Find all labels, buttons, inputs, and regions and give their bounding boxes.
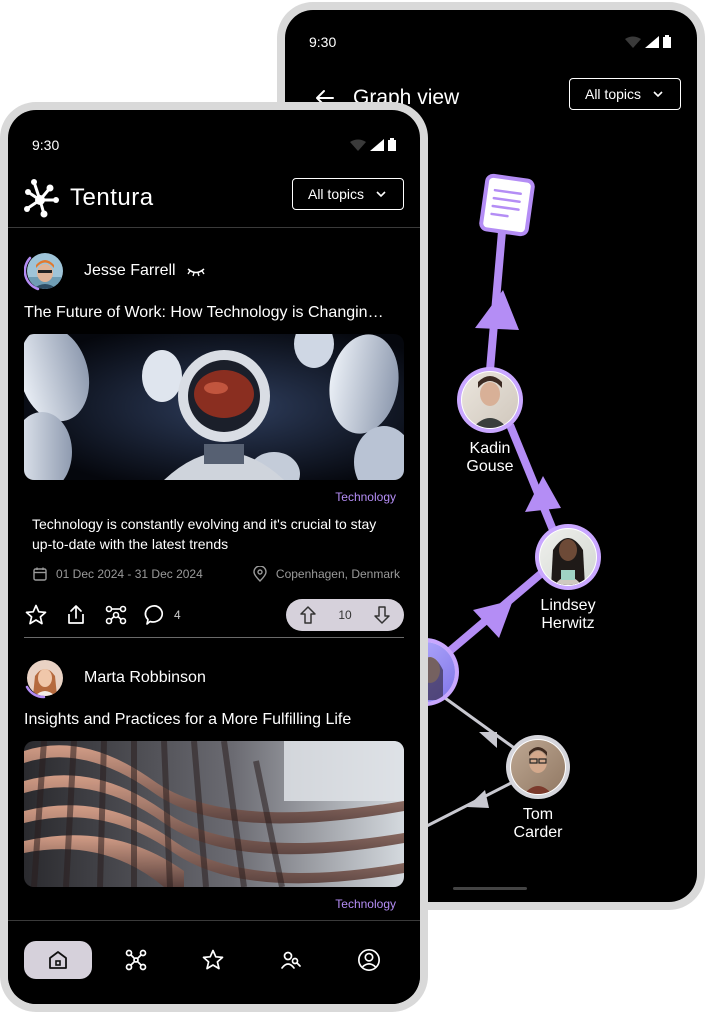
node-label-line: Tom: [522, 806, 554, 823]
topic-select-label: All topics: [307, 186, 365, 202]
post-divider: [24, 637, 404, 638]
bottom-nav: [8, 920, 420, 1004]
feed-screen: 9:30 Tentura All topics Jesse Farrell Th…: [8, 110, 420, 1004]
post-title[interactable]: The Future of Work: How Technology is Ch…: [24, 304, 402, 322]
app-header: Tentura All topics: [8, 172, 420, 228]
cellular-icon: [370, 138, 384, 151]
graph-icon[interactable]: [104, 603, 128, 627]
comment-count: 4: [174, 608, 181, 622]
post-title[interactable]: Insights and Practices for a More Fulfil…: [24, 711, 402, 729]
post-image[interactable]: [24, 741, 404, 887]
vote-control: 10: [286, 599, 404, 631]
tentura-logo-icon: [24, 179, 59, 218]
nav-graph[interactable]: [102, 941, 170, 979]
graph-edge-purple: [442, 219, 561, 659]
eye-closed-icon: [187, 268, 205, 277]
node-label-line: Herwitz: [541, 615, 595, 632]
graph-icon: [125, 949, 147, 971]
profile-icon: [358, 949, 380, 971]
node-label-line: Carder: [513, 824, 563, 841]
brand-name: Tentura: [70, 184, 154, 211]
nav-home[interactable]: [24, 941, 92, 979]
post-actions: 4 10: [24, 599, 404, 631]
graph-node-tom[interactable]: [506, 735, 570, 799]
avatar[interactable]: [24, 250, 66, 292]
comment-icon[interactable]: [144, 603, 168, 627]
post-author[interactable]: Marta Robbinson: [24, 657, 206, 699]
arrow-down-icon[interactable]: [372, 605, 392, 625]
home-indicator: [453, 887, 527, 890]
vote-count: 10: [338, 608, 352, 622]
star-icon: [202, 949, 224, 970]
node-label-lindsey: Lindsey Herwitz: [508, 597, 628, 633]
friends-icon: [281, 951, 301, 969]
nav-favorites[interactable]: [179, 941, 247, 979]
avatar-ring: [25, 685, 46, 699]
battery-icon: [388, 138, 396, 151]
graph-node-kadin[interactable]: [457, 367, 523, 433]
status-bar: 9:30: [8, 110, 420, 162]
feed-phone: 9:30 Tentura All topics Jesse Farrell Th…: [0, 102, 428, 1012]
node-label-line: Lindsey: [540, 597, 596, 614]
node-label-kadin: Kadin Gouse: [430, 440, 550, 476]
post-tag[interactable]: Technology: [335, 490, 396, 504]
post-location-text: Copenhagen, Denmark: [275, 567, 400, 581]
post-author[interactable]: Jesse Farrell: [24, 250, 206, 292]
author-name: Marta Robbinson: [84, 669, 206, 686]
nav-friends[interactable]: [257, 941, 325, 979]
avatar[interactable]: [24, 657, 66, 699]
post-dates: 01 Dec 2024 - 31 Dec 2024: [56, 567, 203, 581]
node-label-line: Gouse: [466, 458, 514, 475]
wifi-icon: [350, 139, 366, 151]
post-image[interactable]: [24, 334, 404, 480]
node-label-line: Kadin: [469, 440, 511, 457]
star-icon[interactable]: [24, 603, 48, 627]
graph-node-lindsey[interactable]: [535, 524, 601, 590]
brand: Tentura: [20, 178, 154, 218]
node-label-tom: Tom Carder: [478, 806, 598, 842]
post-meta: 01 Dec 2024 - 31 Dec 2024 Copenhagen, De…: [32, 565, 400, 583]
arrow-up-icon[interactable]: [298, 605, 318, 625]
author-name: Jesse Farrell: [84, 262, 176, 279]
post-tag[interactable]: Technology: [335, 897, 396, 911]
status-time: 9:30: [32, 137, 60, 153]
home-icon: [49, 951, 67, 969]
calendar-icon: [33, 567, 47, 581]
post-description: Technology is constantly evolving and it…: [32, 516, 377, 552]
document-icon[interactable]: [479, 173, 535, 237]
nav-profile[interactable]: [335, 941, 403, 979]
status-icons: [350, 138, 396, 151]
share-icon[interactable]: [64, 603, 88, 627]
location-pin-icon: [253, 566, 267, 582]
topic-select[interactable]: All topics: [292, 178, 404, 210]
chevron-down-icon: [376, 191, 386, 198]
post-location: Copenhagen, Denmark: [252, 566, 400, 582]
avatar-ring: [24, 256, 40, 291]
